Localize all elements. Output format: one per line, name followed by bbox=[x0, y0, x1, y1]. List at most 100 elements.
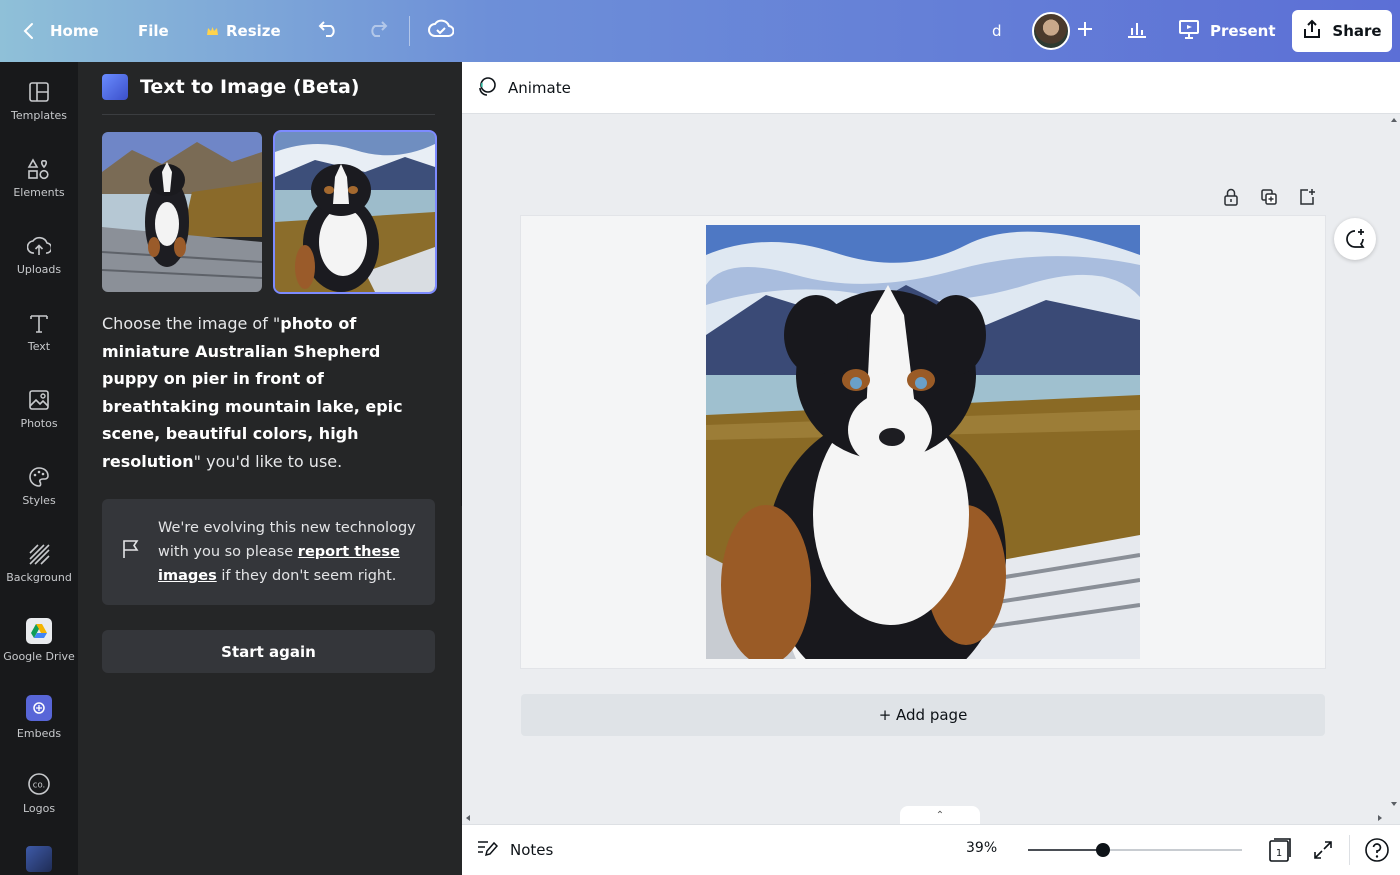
plus-icon bbox=[1076, 20, 1094, 42]
toolbar-divider bbox=[409, 16, 410, 46]
bar-chart-icon bbox=[1126, 19, 1148, 43]
show-pages-button[interactable]: ⌃ bbox=[900, 806, 980, 824]
puppy-thumbnail-1 bbox=[102, 132, 262, 292]
present-button[interactable]: Present bbox=[1178, 0, 1276, 62]
logos-icon: co. bbox=[27, 772, 51, 796]
collaborator-initial[interactable]: d bbox=[992, 0, 1002, 62]
puppy-thumbnail-2 bbox=[275, 132, 435, 292]
share-button[interactable]: Share bbox=[1292, 10, 1392, 52]
templates-icon bbox=[28, 81, 50, 103]
help-button[interactable] bbox=[1364, 837, 1390, 867]
share-icon bbox=[1302, 19, 1322, 43]
prompt-prefix: Choose the image of " bbox=[102, 314, 281, 333]
rail-label: Photos bbox=[20, 416, 58, 430]
notes-icon bbox=[476, 838, 499, 862]
prompt-text: photo of miniature Australian Shepherd p… bbox=[102, 314, 403, 471]
add-collaborator-button[interactable] bbox=[1076, 0, 1094, 62]
help-icon bbox=[1365, 838, 1389, 862]
cloud-check-icon bbox=[428, 19, 455, 43]
beta-notice: We're evolving this new technology with … bbox=[102, 499, 435, 605]
share-label: Share bbox=[1332, 22, 1382, 40]
footer-divider bbox=[1349, 835, 1350, 865]
editor-area: Animate + Add page ⌃ Notes 39% 1 bbox=[462, 62, 1400, 875]
undo-icon bbox=[318, 20, 340, 42]
start-again-button[interactable]: Start again bbox=[102, 630, 435, 673]
animate-button[interactable]: Animate bbox=[476, 74, 571, 102]
panel-title: Text to Image (Beta) bbox=[102, 74, 359, 100]
panel-divider bbox=[102, 114, 435, 115]
duplicate-page-button[interactable] bbox=[1260, 188, 1298, 210]
flag-icon bbox=[122, 539, 140, 563]
notes-button[interactable]: Notes bbox=[476, 836, 553, 864]
add-page-button[interactable]: + Add page bbox=[521, 694, 1325, 736]
styles-icon bbox=[28, 466, 50, 488]
text-to-image-logo-icon bbox=[102, 74, 128, 100]
zoom-level[interactable]: 39% bbox=[966, 840, 997, 856]
vertical-scrollbar[interactable] bbox=[1388, 114, 1400, 824]
notes-label: Notes bbox=[510, 841, 554, 859]
lock-icon bbox=[1224, 188, 1238, 206]
rail-item-photos[interactable]: Photos bbox=[0, 374, 78, 444]
text-to-image-app-icon[interactable] bbox=[26, 846, 52, 872]
rail-label: Uploads bbox=[16, 262, 62, 276]
canvas-image[interactable] bbox=[706, 225, 1140, 659]
zoom-slider-fill bbox=[1028, 849, 1103, 851]
rail-item-styles[interactable]: Styles bbox=[0, 451, 78, 521]
text-icon bbox=[28, 312, 50, 334]
rail-item-logos[interactable]: co. Logos bbox=[0, 758, 78, 828]
redo-button[interactable] bbox=[366, 0, 388, 62]
presentation-icon bbox=[1178, 18, 1200, 44]
lock-page-button[interactable] bbox=[1222, 188, 1260, 210]
avatar[interactable] bbox=[1032, 12, 1070, 50]
prompt-suffix: " you'd like to use. bbox=[193, 451, 343, 471]
google-drive-icon bbox=[26, 617, 52, 644]
rail-label: Logos bbox=[22, 801, 56, 815]
fullscreen-button[interactable] bbox=[1312, 839, 1334, 865]
puppy-canvas-image bbox=[706, 225, 1140, 659]
rail-item-background[interactable]: Background bbox=[0, 528, 78, 598]
insights-button[interactable] bbox=[1126, 0, 1148, 62]
rail-label: Elements bbox=[13, 185, 65, 199]
text-to-image-panel: Text to Image (Beta) Choose the image of… bbox=[78, 62, 462, 875]
zoom-slider-knob[interactable] bbox=[1095, 843, 1110, 857]
undo-button[interactable] bbox=[318, 0, 340, 62]
generated-image-option[interactable] bbox=[102, 132, 262, 292]
comment-plus-icon bbox=[1346, 229, 1365, 248]
rail-item-google-drive[interactable]: Google Drive bbox=[0, 605, 78, 675]
page-count-button[interactable]: 1 bbox=[1268, 837, 1292, 867]
rail-label: Embeds bbox=[16, 726, 62, 740]
rail-label: Google Drive bbox=[3, 649, 75, 663]
uploads-icon bbox=[27, 235, 51, 257]
rail-label: Templates bbox=[11, 108, 67, 122]
home-label: Home bbox=[50, 22, 99, 40]
rail-item-elements[interactable]: Elements bbox=[0, 143, 78, 213]
generated-image-option-selected[interactable] bbox=[273, 130, 437, 294]
add-page-above-button[interactable] bbox=[1298, 188, 1328, 210]
rail-label: Styles bbox=[22, 493, 56, 507]
add-comment-button[interactable] bbox=[1334, 218, 1376, 260]
present-label: Present bbox=[1210, 22, 1276, 40]
rail-item-text[interactable]: Text bbox=[0, 297, 78, 367]
rail-item-templates[interactable]: Templates bbox=[0, 66, 78, 136]
zoom-slider[interactable] bbox=[1028, 843, 1242, 857]
page-tools bbox=[1222, 188, 1328, 210]
pages-icon: 1 bbox=[1269, 838, 1291, 862]
save-status-button[interactable] bbox=[428, 0, 455, 62]
resize-label: Resize bbox=[226, 22, 281, 40]
add-page-icon bbox=[1300, 189, 1315, 205]
photos-icon bbox=[28, 389, 50, 411]
prompt-description: Choose the image of "photo of miniature … bbox=[102, 310, 432, 475]
redo-icon bbox=[366, 20, 388, 42]
home-button[interactable]: Home bbox=[22, 0, 99, 62]
duplicate-icon bbox=[1261, 189, 1277, 205]
rail-item-embeds[interactable]: Embeds bbox=[0, 682, 78, 752]
notice-text: We're evolving this new technology with … bbox=[158, 516, 428, 588]
panel-title-text: Text to Image (Beta) bbox=[140, 76, 360, 98]
resize-button[interactable]: Resize bbox=[206, 0, 281, 62]
elements-icon bbox=[27, 157, 51, 180]
file-menu-button[interactable]: File bbox=[138, 0, 169, 62]
chevron-up-icon: ⌃ bbox=[935, 809, 945, 821]
rail-item-uploads[interactable]: Uploads bbox=[0, 220, 78, 290]
animate-icon bbox=[476, 75, 498, 101]
embeds-icon bbox=[26, 694, 52, 721]
